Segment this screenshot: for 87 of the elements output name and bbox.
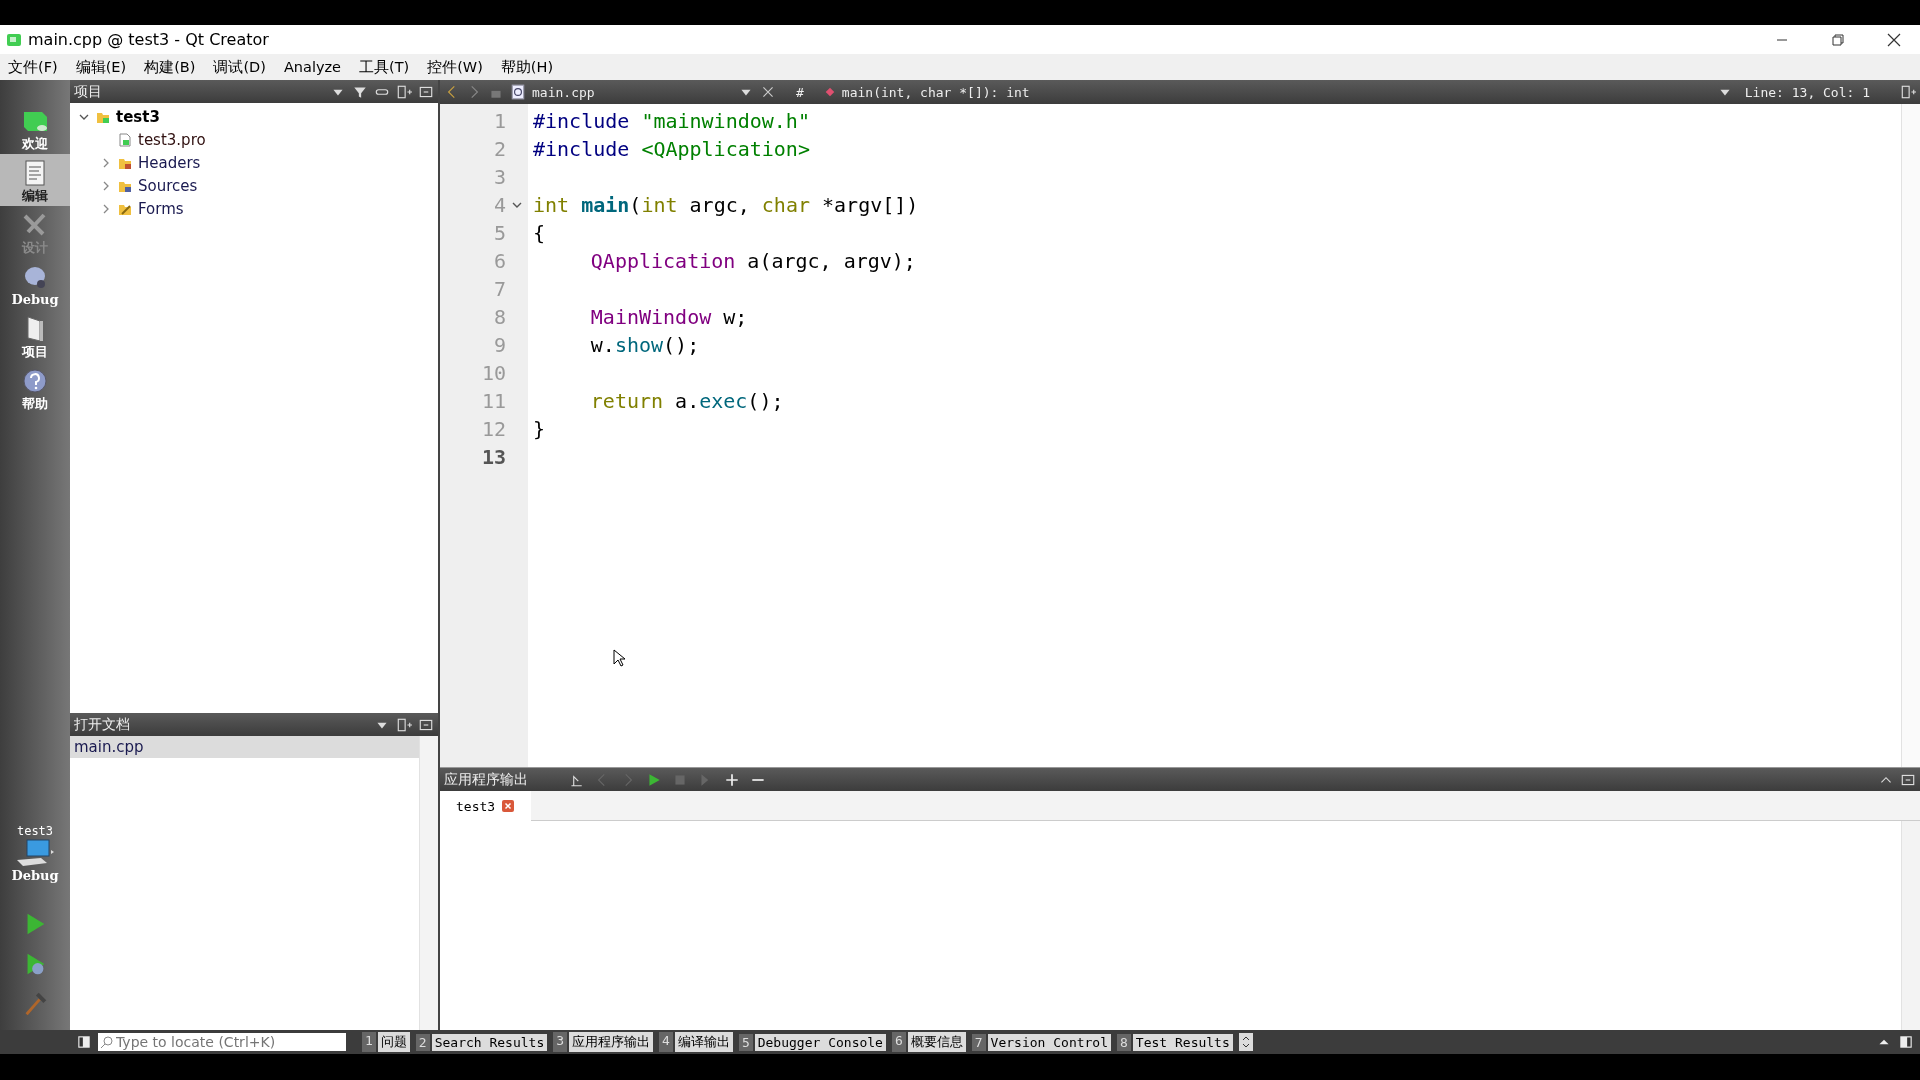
code-line: } — [533, 417, 546, 441]
hash-label: # — [796, 84, 804, 100]
run-icon[interactable] — [646, 771, 662, 788]
scrollbar[interactable] — [1901, 104, 1920, 767]
mode-button[interactable]: 项目 — [0, 310, 70, 362]
cursor-position: Line: 13, Col: 1 — [1744, 84, 1870, 100]
line-number: 5 — [493, 221, 506, 245]
more-panes-icon[interactable] — [1238, 1033, 1253, 1051]
split-icon[interactable] — [396, 716, 412, 733]
pane-title: 应用程序输出 — [444, 770, 528, 789]
close-icon[interactable] — [760, 84, 776, 100]
code-line: MainWindow w; — [590, 305, 748, 329]
menu-item[interactable]: 帮助(H) — [500, 57, 554, 77]
cpp-file-icon — [510, 84, 526, 100]
split-icon[interactable] — [1900, 84, 1916, 100]
output-pane-button[interactable]: Debugger Console — [754, 1033, 886, 1051]
tree-item[interactable]: Forms — [138, 199, 184, 218]
sidebar-toggle-icon[interactable] — [1898, 1034, 1914, 1050]
menu-item[interactable]: Analyze — [283, 59, 342, 75]
tree-item[interactable]: Headers — [138, 153, 201, 172]
line-number: 12 — [481, 417, 506, 441]
menu-item[interactable]: 工具(T) — [359, 57, 410, 77]
output-pane-button[interactable]: 编译输出 — [674, 1032, 733, 1052]
scrollbar[interactable] — [419, 736, 438, 1030]
line-number: 11 — [481, 389, 506, 413]
search-icon — [100, 1035, 114, 1049]
tree-item[interactable]: test3.pro — [138, 130, 206, 149]
pane-number: 5 — [738, 1033, 753, 1051]
pane-number: 3 — [553, 1032, 568, 1052]
pane-number: 4 — [659, 1032, 673, 1052]
app-icon — [6, 31, 22, 48]
line-number: 7 — [493, 277, 506, 301]
line-number: 9 — [493, 333, 506, 357]
output-pane-button[interactable]: 问题 — [377, 1032, 410, 1052]
file-icon — [118, 132, 132, 147]
output-pane-button[interactable]: Search Results — [431, 1033, 548, 1051]
scrollbar[interactable] — [1901, 821, 1920, 1030]
split-icon[interactable] — [396, 83, 412, 100]
pane-number: 1 — [362, 1032, 376, 1052]
document-item[interactable]: main.cpp — [70, 736, 419, 758]
target-selector[interactable]: test3 Debug — [11, 824, 59, 884]
symbol-selector[interactable]: main(int, char *[]): int — [841, 84, 1711, 100]
line-number: 1 — [493, 109, 506, 133]
mouse-cursor-icon — [613, 649, 625, 667]
close-icon[interactable] — [501, 799, 516, 813]
code-line: return a.exec(); — [590, 389, 784, 413]
window-title: main.cpp @ test3 - Qt Creator — [28, 30, 269, 49]
mode-button[interactable]: 编辑 — [0, 154, 70, 206]
menu-item[interactable]: 编辑(E) — [75, 57, 127, 77]
output-pane-button[interactable]: 概要信息 — [907, 1032, 966, 1052]
code-line: w.show(); — [590, 333, 700, 357]
line-number: 8 — [493, 305, 506, 329]
code-line: int main(int argc, char *argv[]) — [533, 193, 919, 217]
line-number: 10 — [481, 361, 506, 385]
output-pane-button[interactable]: 应用程序输出 — [569, 1032, 654, 1052]
code-line: #include "mainwindow.h" — [533, 109, 810, 133]
code-line: #include <QApplication> — [533, 137, 810, 161]
pane-title: 打开文档 — [74, 715, 130, 734]
line-number: 13 — [481, 445, 506, 469]
line-number: 6 — [493, 249, 506, 273]
function-icon — [823, 86, 836, 98]
tree-item[interactable]: Sources — [138, 176, 198, 195]
locator-field[interactable]: Type to locate (Ctrl+K) — [98, 1033, 346, 1051]
menu-item[interactable]: 文件(F) — [8, 57, 58, 77]
code-line: { — [533, 221, 546, 245]
pane-number: 8 — [1117, 1033, 1131, 1051]
tree-item[interactable]: test3 — [116, 107, 160, 126]
zoom-in-icon[interactable] — [724, 771, 740, 788]
line-number: 3 — [493, 165, 506, 189]
menu-item[interactable]: 控件(W) — [427, 57, 483, 77]
code-line: QApplication a(argc, argv); — [590, 249, 916, 273]
computer-icon — [15, 838, 55, 868]
pane-number: 2 — [415, 1033, 430, 1051]
output-pane-button[interactable]: Version Control — [987, 1033, 1111, 1051]
line-number: 2 — [493, 137, 506, 161]
mode-button[interactable]: 帮助 — [0, 362, 70, 414]
menu-item[interactable]: 构建(B) — [144, 57, 196, 77]
line-number: 4 — [493, 193, 506, 217]
sidebar-toggle-icon[interactable] — [76, 1034, 92, 1050]
pane-number: 6 — [891, 1032, 906, 1052]
mode-button[interactable]: 欢迎 — [0, 102, 70, 154]
file-selector[interactable]: main.cpp — [532, 84, 732, 100]
menu-item[interactable]: 调试(D) — [213, 57, 266, 77]
mode-button[interactable]: Debug — [0, 258, 70, 310]
output-pane-button[interactable]: Test Results — [1132, 1033, 1233, 1051]
pane-title: 项目 — [74, 82, 102, 101]
pane-number: 7 — [971, 1033, 986, 1051]
